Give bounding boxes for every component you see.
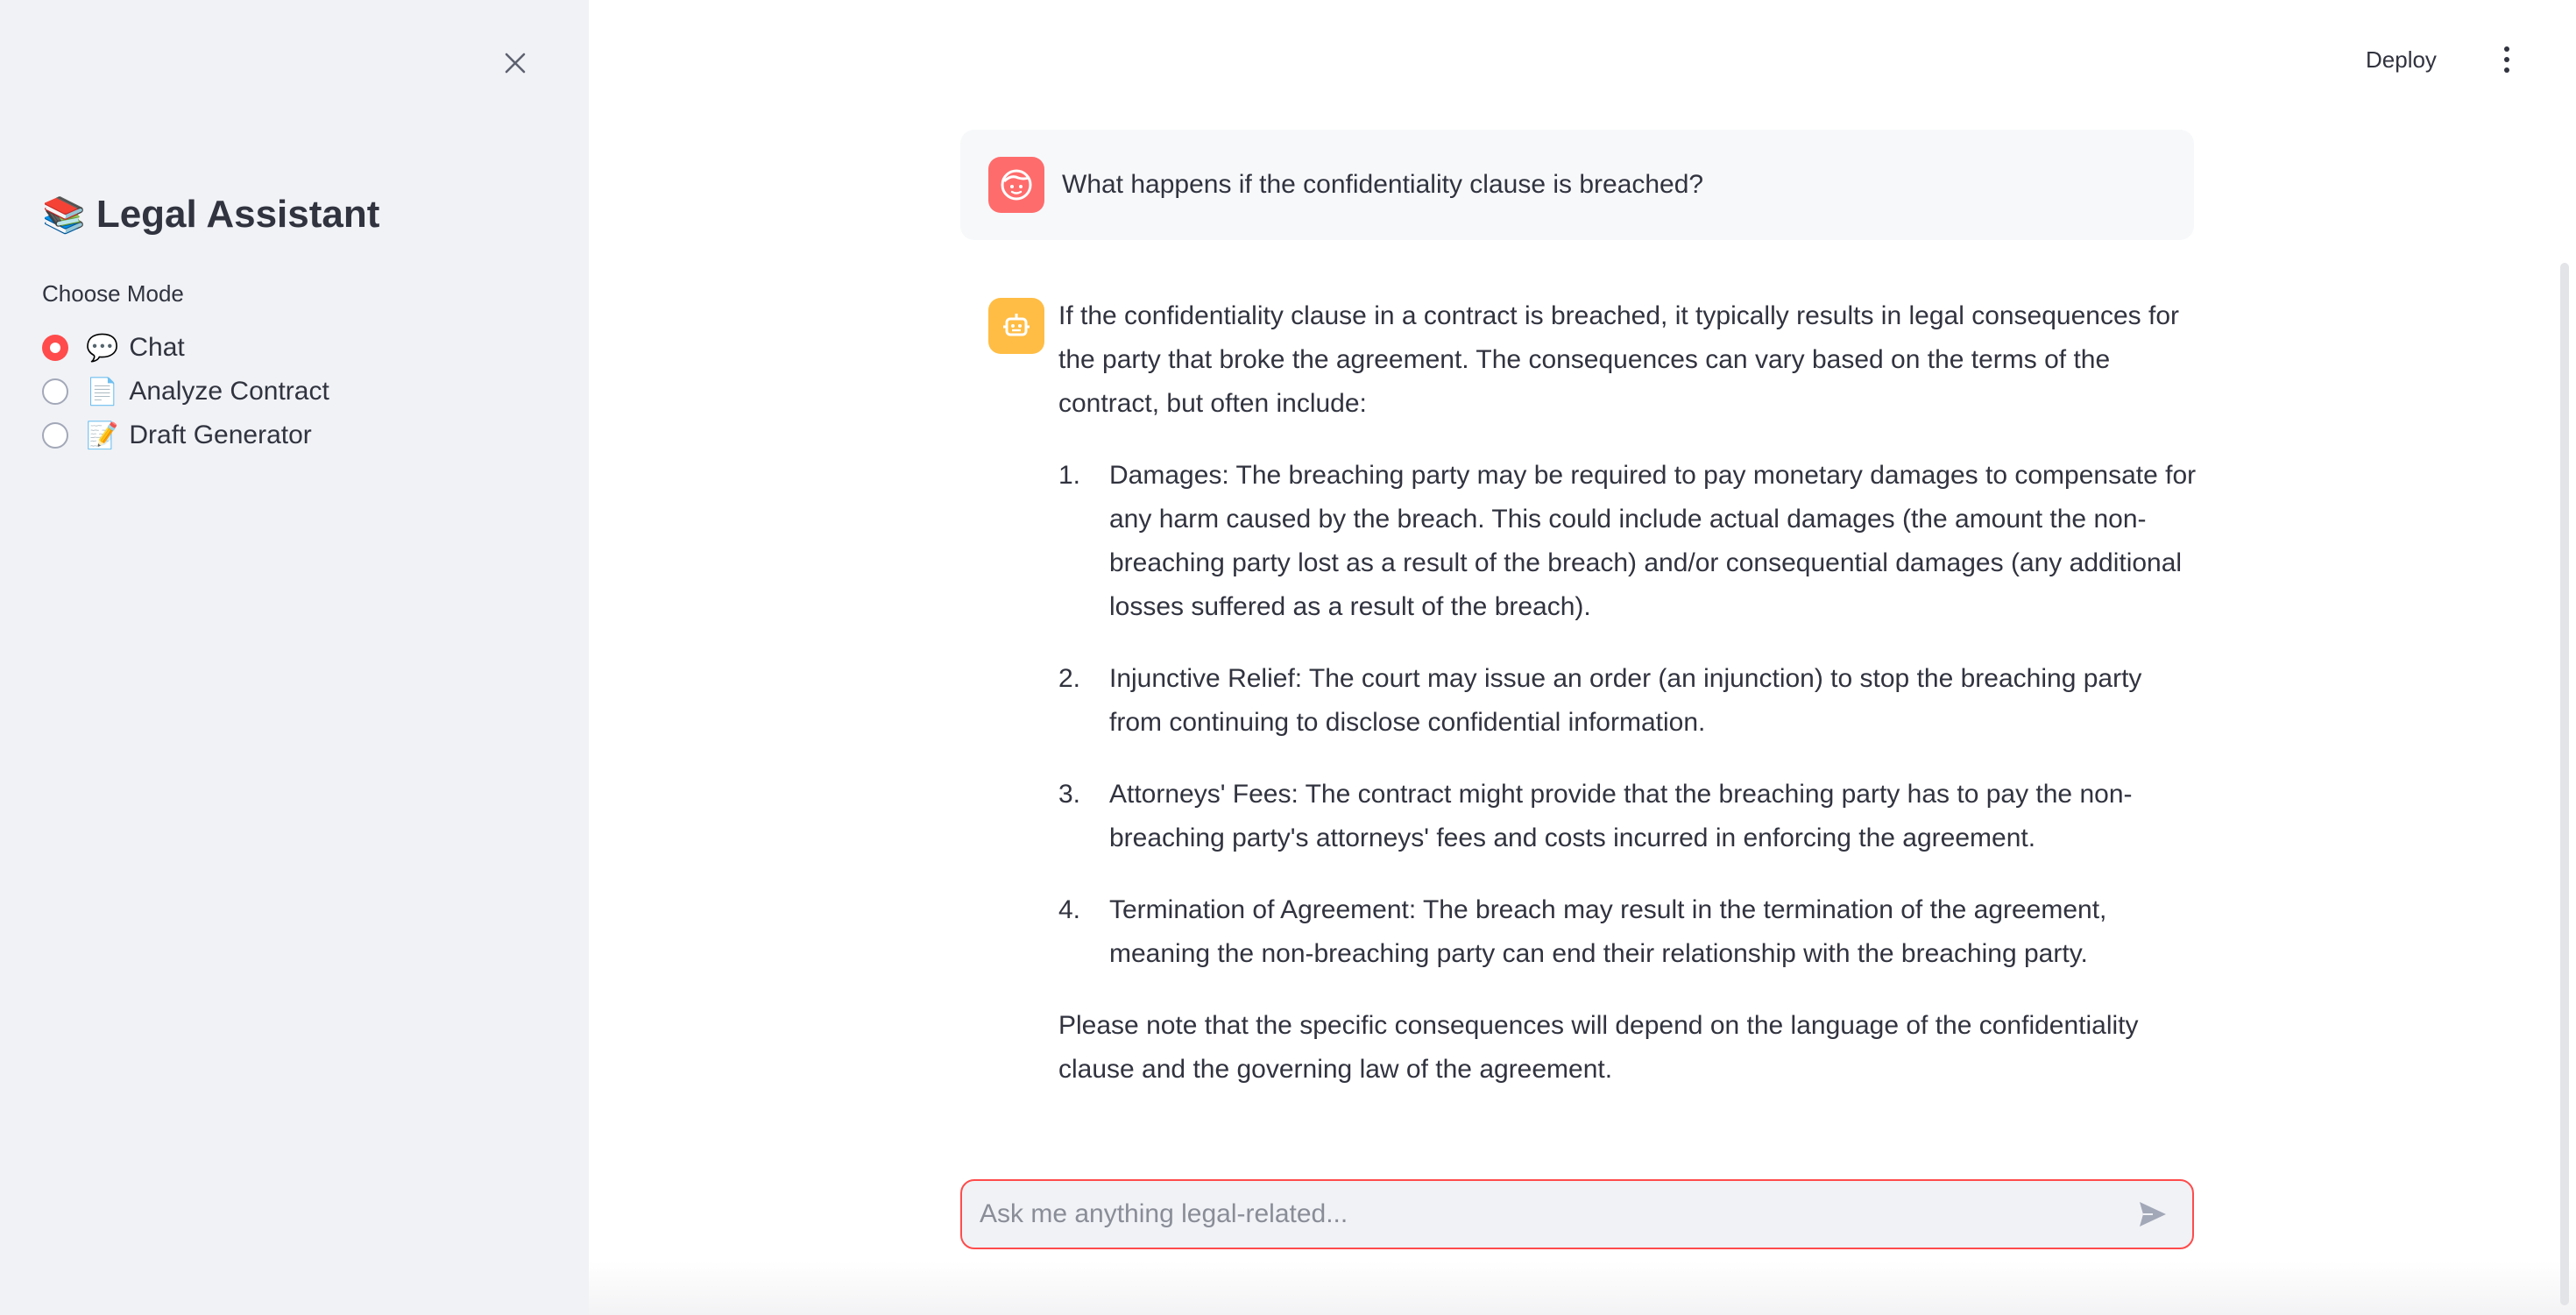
mode-option-analyze-contract[interactable]: 📄 Analyze Contract	[42, 370, 329, 414]
assistant-message-body: If the confidentiality clause in a contr…	[1058, 294, 2197, 1092]
radio-button[interactable]	[42, 378, 68, 405]
bot-avatar	[988, 298, 1044, 354]
chat-input-container	[960, 1179, 2194, 1249]
mode-option-draft-generator[interactable]: 📝 Draft Generator	[42, 414, 329, 457]
vertical-dots-icon	[2504, 46, 2509, 52]
close-sidebar-button[interactable]	[498, 46, 533, 81]
list-text: Attorneys' Fees: The contract might prov…	[1109, 780, 2133, 852]
main-menu-button[interactable]	[2494, 40, 2520, 79]
memo-icon: 📝	[86, 421, 119, 450]
send-icon	[2140, 1202, 2166, 1227]
mode-option-label: Analyze Contract	[129, 377, 329, 406]
radio-button-checked[interactable]	[42, 335, 68, 361]
mode-option-label: Chat	[129, 333, 185, 362]
user-avatar	[988, 157, 1044, 213]
speech-bubble-icon: 💬	[86, 333, 119, 363]
bottom-bar	[589, 1262, 2576, 1315]
list-item: 3. Attorneys' Fees: The contract might p…	[1058, 773, 2197, 860]
mode-option-label: Draft Generator	[129, 421, 312, 449]
chat-input[interactable]	[980, 1199, 2131, 1229]
close-icon	[505, 53, 526, 74]
user-face-icon	[1001, 169, 1032, 201]
list-item: 1. Damages: The breaching party may be r…	[1058, 454, 2197, 629]
sidebar: 📚 Legal Assistant Choose Mode 💬 Chat 📄 A…	[0, 0, 589, 1315]
radio-button[interactable]	[42, 422, 68, 449]
mode-label: Choose Mode	[42, 280, 184, 307]
list-number: 2.	[1058, 664, 1081, 693]
scrollbar[interactable]	[2560, 263, 2569, 1305]
list-text: Damages: The breaching party may be requ…	[1109, 461, 2197, 621]
consequences-list: 1. Damages: The breaching party may be r…	[1058, 454, 2197, 976]
list-text: Injunctive Relief: The court may issue a…	[1109, 664, 2142, 737]
deploy-button[interactable]: Deploy	[2366, 39, 2437, 81]
app: 📚 Legal Assistant Choose Mode 💬 Chat 📄 A…	[0, 0, 2576, 1315]
sidebar-title-text: Legal Assistant	[96, 193, 380, 236]
list-number: 1.	[1058, 461, 1081, 490]
books-icon: 📚	[42, 195, 86, 235]
sidebar-title: 📚 Legal Assistant	[42, 193, 379, 237]
user-message-text: What happens if the confidentiality clau…	[1062, 170, 1704, 199]
list-number: 4.	[1058, 895, 1081, 924]
list-item: 4. Termination of Agreement: The breach …	[1058, 888, 2197, 976]
user-message: What happens if the confidentiality clau…	[960, 130, 2194, 240]
list-text: Termination of Agreement: The breach may…	[1109, 895, 2107, 968]
send-button[interactable]	[2131, 1192, 2175, 1236]
list-item: 2. Injunctive Relief: The court may issu…	[1058, 657, 2197, 745]
list-number: 3.	[1058, 780, 1081, 809]
document-icon: 📄	[86, 377, 119, 407]
mode-option-chat[interactable]: 💬 Chat	[42, 326, 329, 370]
mode-radio-group: 💬 Chat 📄 Analyze Contract 📝 Draft Genera…	[42, 326, 329, 457]
assistant-intro: If the confidentiality clause in a contr…	[1058, 301, 2180, 418]
robot-icon	[1003, 314, 1030, 336]
assistant-outro: Please note that the specific consequenc…	[1058, 1011, 2139, 1084]
